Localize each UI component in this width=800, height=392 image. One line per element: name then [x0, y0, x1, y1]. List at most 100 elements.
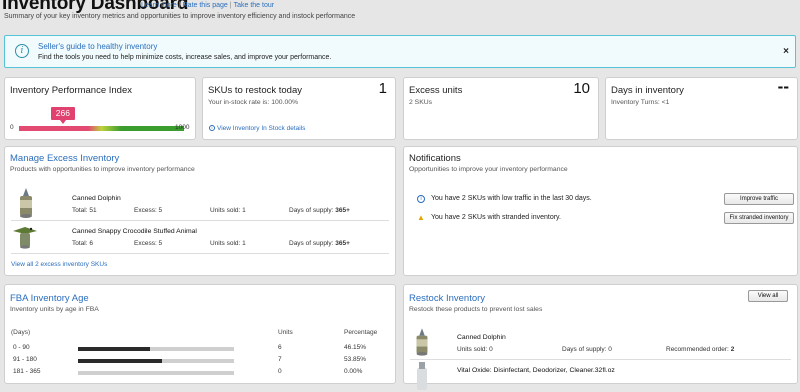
- ipi-title: Inventory Performance Index: [10, 85, 132, 96]
- days-inventory-value: --: [777, 77, 789, 96]
- age-bar-fill: [78, 347, 150, 351]
- inventory-turns: Inventory Turns: <1: [611, 99, 670, 106]
- info-icon: i: [209, 125, 215, 132]
- product-units-sold: Units sold: 1: [210, 240, 246, 247]
- notification-item: i You have 2 SKUs with low traffic in th…: [414, 193, 794, 207]
- fba-age-title[interactable]: FBA Inventory Age: [10, 293, 89, 304]
- warning-icon: ▲: [417, 213, 425, 222]
- list-item[interactable]: Vital Oxide: Disinfectant, Deodorizer, C…: [404, 358, 797, 392]
- age-row: 181 - 365 0 0.00%: [5, 368, 395, 382]
- notifications-sub: Opportunities to improve your inventory …: [409, 166, 568, 173]
- age-units: 6: [278, 344, 282, 351]
- view-instock-details-link[interactable]: i View Inventory In Stock details: [209, 125, 305, 132]
- ipi-score-bar: [19, 126, 184, 131]
- info-icon: i: [15, 44, 29, 58]
- units-header: Units: [278, 329, 293, 336]
- canned-dolphin-image: [20, 188, 32, 218]
- age-bar-fill: [78, 359, 162, 363]
- view-instock-details-label: View Inventory In Stock details: [217, 125, 306, 132]
- info-icon: i: [417, 195, 425, 203]
- product-name: Vital Oxide: Disinfectant, Deodorizer, C…: [457, 367, 615, 374]
- age-range: 91 - 180: [13, 356, 37, 363]
- product-name: Canned Dolphin: [72, 195, 121, 202]
- rate-page-link[interactable]: Rate this page: [183, 2, 228, 9]
- canned-dolphin-image: [416, 328, 428, 356]
- vital-oxide-bottle-image: [417, 362, 427, 390]
- age-bar-track: [78, 347, 234, 351]
- view-all-button[interactable]: View all: [748, 290, 788, 302]
- ipi-card: Inventory Performance Index 266 0 1000: [4, 77, 196, 140]
- restock-today-title: SKUs to restock today: [208, 85, 302, 96]
- age-units: 7: [278, 356, 282, 363]
- list-item[interactable]: Canned Snappy Crocodile Stuffed Animal T…: [5, 219, 395, 253]
- notifications-card: Notifications Opportunities to improve y…: [403, 146, 798, 276]
- view-excess-skus-link[interactable]: View all 2 excess inventory SKUs: [11, 261, 107, 268]
- ipi-min-label: 0: [10, 124, 14, 131]
- low-traffic-text: You have 2 SKUs with low traffic in the …: [431, 195, 592, 202]
- age-percentage: 53.85%: [344, 356, 367, 363]
- restock-card: Restock Inventory Restock these products…: [403, 284, 798, 390]
- fix-stranded-button[interactable]: Fix stranded inventory: [724, 212, 794, 224]
- divider: [11, 253, 389, 254]
- product-name: Canned Snappy Crocodile Stuffed Animal: [72, 228, 197, 235]
- page-header: Inventory Dashboard Learn more | Rate this…: [0, 0, 800, 28]
- recommended-order-label: Recommended order:: [666, 346, 729, 353]
- manage-excess-sub: Products with opportunities to improve i…: [10, 166, 195, 173]
- age-units: 0: [278, 368, 282, 375]
- excess-units-value: 10: [573, 80, 590, 97]
- stranded-inventory-text: You have 2 SKUs with stranded inventory.: [431, 214, 561, 221]
- info-alert: i Seller's guide to healthy inventory Fi…: [4, 35, 796, 68]
- close-icon[interactable]: ×: [783, 46, 789, 57]
- excess-units-title: Excess units: [409, 85, 463, 96]
- restock-title[interactable]: Restock Inventory: [409, 293, 485, 304]
- product-days-supply: Days of supply: 365+: [289, 207, 350, 214]
- manage-excess-title[interactable]: Manage Excess Inventory: [10, 153, 119, 164]
- days-supply-label: Days of supply:: [289, 207, 334, 214]
- alert-title-link[interactable]: Seller's guide to healthy inventory: [38, 42, 157, 51]
- percentage-header: Percentage: [344, 329, 378, 336]
- days-supply-label: Days of supply:: [289, 240, 334, 247]
- restock-sub: Restock these products to prevent lost s…: [409, 306, 543, 313]
- age-percentage: 0.00%: [344, 368, 363, 375]
- restock-today-value: 1: [378, 80, 387, 97]
- product-excess: Excess: 5: [134, 207, 163, 214]
- header-links: Learn more | Rate this page | Take the tour: [141, 2, 275, 9]
- product-total: Total: 6: [72, 240, 93, 247]
- age-range: 181 - 365: [13, 368, 41, 375]
- age-bar-track: [78, 371, 234, 375]
- improve-traffic-button[interactable]: Improve traffic: [724, 193, 794, 205]
- days-inventory-card: Days in inventory -- Inventory Turns: <1: [605, 77, 798, 140]
- age-range: 0 - 90: [13, 344, 30, 351]
- days-supply-value: 365+: [335, 207, 350, 214]
- product-units-sold: Units sold: 1: [210, 207, 246, 214]
- product-units-sold: Units sold: 0: [457, 346, 493, 353]
- product-excess: Excess: 5: [134, 240, 163, 247]
- take-tour-link[interactable]: Take the tour: [234, 2, 274, 9]
- days-supply-value: 365+: [335, 240, 350, 247]
- product-days-supply: Days of supply: 365+: [289, 240, 350, 247]
- manage-excess-card: Manage Excess Inventory Products with op…: [4, 146, 396, 276]
- excess-units-sub: 2 SKUs: [409, 99, 433, 106]
- product-days-supply: Days of supply: 0: [562, 346, 612, 353]
- product-name: Canned Dolphin: [457, 334, 506, 341]
- days-inventory-title: Days in inventory: [611, 85, 684, 96]
- fba-age-sub: Inventory units by age in FBA: [10, 306, 99, 313]
- ipi-score-marker: 266: [50, 107, 75, 124]
- product-total: Total: 51: [72, 207, 97, 214]
- excess-units-card: Excess units 10 2 SKUs: [403, 77, 599, 140]
- recommended-order-value: 2: [730, 346, 735, 353]
- list-item[interactable]: Canned Dolphin Units sold: 0 Days of sup…: [404, 325, 797, 359]
- age-percentage: 46.15%: [344, 344, 367, 351]
- recommended-order: Recommended order: 2: [666, 346, 734, 353]
- ipi-max-label: 1000: [175, 124, 190, 131]
- age-bar-track: [78, 359, 234, 363]
- notification-item: ▲ You have 2 SKUs with stranded inventor…: [414, 212, 794, 226]
- list-item[interactable]: Canned Dolphin Total: 51 Excess: 5 Units…: [5, 186, 395, 220]
- instock-rate: Your in-stock rate is: 100.00%: [208, 99, 299, 106]
- notifications-title: Notifications: [409, 153, 461, 164]
- fba-age-card: FBA Inventory Age Inventory units by age…: [4, 284, 396, 384]
- restock-today-card: SKUs to restock today 1 Your in-stock ra…: [202, 77, 396, 140]
- learn-more-link[interactable]: Learn more: [141, 2, 177, 9]
- days-header: (Days): [11, 329, 31, 336]
- page-subtitle: Summary of your key inventory metrics an…: [4, 13, 356, 20]
